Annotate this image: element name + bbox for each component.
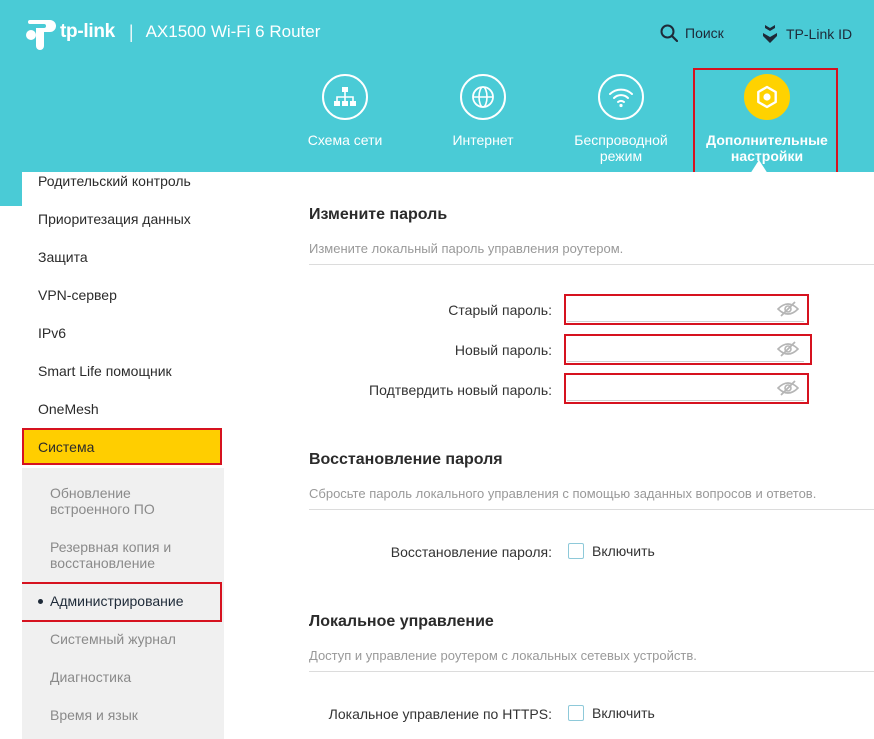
hide-password-icon[interactable]: [777, 380, 799, 396]
new-password-input[interactable]: [567, 337, 767, 361]
confirm-password-label: Подтвердить новый пароль:: [369, 382, 552, 398]
sidebar-subitem-backup[interactable]: Резервная копия и восстановление: [50, 539, 200, 571]
password-recovery-checkbox-label: Включить: [592, 543, 655, 559]
change-password-title: Измените пароль: [309, 206, 448, 223]
sidebar-subitem-system-log[interactable]: Системный журнал: [50, 631, 176, 647]
local-https-label: Локальное управление по HTTPS:: [328, 706, 552, 722]
password-recovery-description: Сбросьте пароль локального управления с …: [309, 486, 817, 501]
sidebar-item-security[interactable]: Защита: [38, 249, 88, 265]
tplink-id-button[interactable]: TP-Link ID: [761, 24, 852, 44]
checkbox-box[interactable]: [568, 543, 584, 559]
sidebar-item-system[interactable]: Система: [22, 428, 222, 465]
current-item-dot: [38, 598, 43, 604]
router-model: AX1500 Wi-Fi 6 Router: [145, 22, 321, 41]
tab-advanced-highlight: [693, 68, 838, 175]
brand-separator: |: [128, 21, 134, 42]
password-recovery-checkbox[interactable]: Включить: [568, 543, 655, 559]
new-password-field[interactable]: [567, 337, 804, 362]
old-password-label: Старый пароль:: [448, 302, 552, 318]
old-password-field[interactable]: [567, 297, 804, 322]
tplink-id-label: TP-Link ID: [786, 26, 853, 42]
sidebar-item-system-label: Система: [38, 439, 95, 455]
hide-password-icon[interactable]: [777, 341, 799, 357]
sidebar-item-parental-control[interactable]: Родительский контроль: [38, 173, 191, 189]
tab-wireless-label: Беспроводной режим: [574, 132, 668, 164]
sidebar-item-ipv6[interactable]: IPv6: [38, 325, 66, 341]
local-management-description: Доступ и управление роутером с локальных…: [309, 648, 697, 663]
section-divider: [309, 509, 874, 510]
sidebar-subitem-administration[interactable]: Администрирование: [38, 593, 184, 609]
tab-internet[interactable]: Интернет: [417, 74, 549, 148]
sidebar-subitem-firmware[interactable]: Обновление встроенного ПО: [50, 485, 180, 517]
confirm-password-field[interactable]: [567, 376, 804, 401]
search-button[interactable]: Поиск: [660, 24, 724, 42]
hide-password-icon[interactable]: [777, 301, 799, 317]
change-password-description: Измените локальный пароль управления роу…: [309, 241, 624, 256]
confirm-password-input[interactable]: [567, 376, 767, 400]
tp-link-logo-icon: [26, 20, 56, 50]
tab-network-map-label: Схема сети: [307, 132, 383, 148]
globe-icon: [460, 74, 506, 120]
sidebar-subitem-time-language[interactable]: Время и язык: [50, 707, 138, 723]
sidebar-item-smart-life[interactable]: Smart Life помощник: [38, 363, 172, 379]
search-label: Поиск: [685, 25, 724, 41]
section-divider: [309, 671, 874, 672]
search-icon: [660, 24, 678, 42]
local-https-checkbox-label: Включить: [592, 705, 655, 721]
main-panel: Измените пароль Измените локальный парол…: [224, 172, 874, 739]
new-password-label: Новый пароль:: [454, 342, 552, 358]
sidebar-item-onemesh[interactable]: OneMesh: [38, 401, 99, 417]
section-divider: [309, 264, 874, 265]
sidebar-subitem-diagnostics[interactable]: Диагностика: [50, 669, 131, 685]
brand-name: tp-link: [60, 21, 115, 42]
tplink-id-icon: [763, 25, 777, 43]
local-management-title: Локальное управление: [309, 613, 494, 630]
brand[interactable]: tp-link | AX1500 Wi-Fi 6 Router: [22, 14, 320, 50]
sidebar: Родительский контроль Приоритезация данн…: [22, 172, 224, 739]
wifi-icon: [598, 74, 644, 120]
tab-internet-label: Интернет: [452, 132, 514, 148]
password-recovery-title: Восстановление пароля: [309, 451, 503, 468]
checkbox-box[interactable]: [568, 705, 584, 721]
password-recovery-label: Восстановление пароля:: [390, 544, 552, 560]
old-password-input[interactable]: [567, 297, 767, 321]
tab-wireless[interactable]: Беспроводной режим: [555, 74, 687, 164]
sidebar-item-qos[interactable]: Приоритезация данных: [38, 211, 191, 227]
sidebar-subitem-administration-label: Администрирование: [50, 593, 184, 609]
tab-network-map[interactable]: Схема сети: [279, 74, 411, 148]
sidebar-item-vpn-server[interactable]: VPN-сервер: [38, 287, 117, 303]
local-https-checkbox[interactable]: Включить: [568, 705, 655, 721]
network-map-icon: [322, 74, 368, 120]
